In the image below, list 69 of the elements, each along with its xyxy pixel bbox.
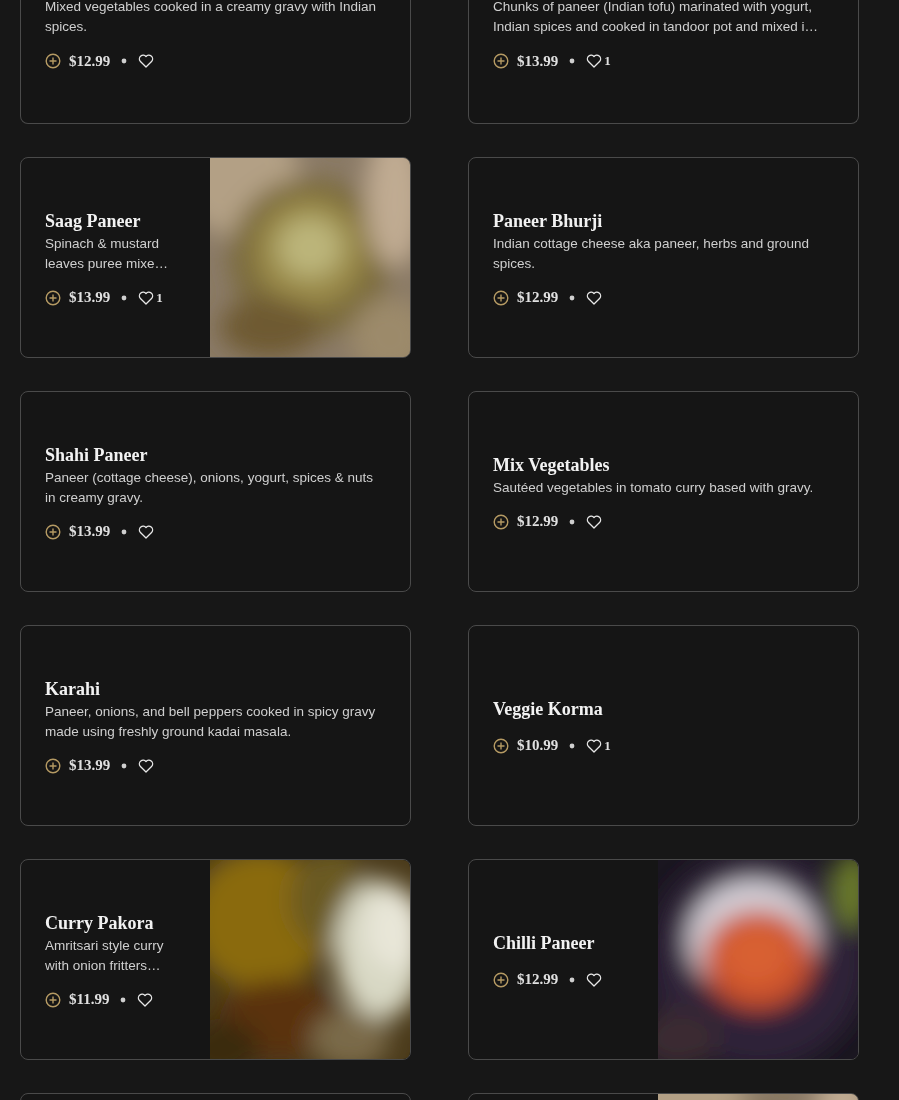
heart-icon[interactable] <box>138 757 155 774</box>
add-icon[interactable] <box>45 289 61 306</box>
price: $13.99 <box>69 757 111 774</box>
add-icon[interactable] <box>493 971 509 988</box>
menu-card[interactable]: Saag Paneer Spinach & mustard leaves puree mixe… $13.99 1 <box>20 157 411 358</box>
dish-name: Paneer Bhurji <box>493 209 604 232</box>
heart-icon[interactable] <box>138 53 155 69</box>
dish-name: Karahi <box>45 677 101 700</box>
add-icon[interactable] <box>45 757 61 774</box>
heart-icon[interactable] <box>138 523 155 540</box>
heart-icon[interactable] <box>586 971 603 988</box>
price: $13.99 <box>69 523 111 540</box>
price: $13.99 <box>517 52 559 70</box>
price: $12.99 <box>517 513 559 530</box>
separator-dot <box>121 762 128 769</box>
dish-description: Sautéed vegetables in tomato curry based with gravy. <box>493 478 815 497</box>
add-icon[interactable] <box>45 53 61 69</box>
dish-description: Paneer, onions, and bell peppers cooked in spicy gravy made using freshly ground kadai masala. <box>45 702 377 741</box>
menu-card[interactable]: Veggie Korma $10.99 1 <box>468 625 859 826</box>
menu-card[interactable]: Mixed vegetables cooked in a creamy gravy with Indian spices. $12.99 <box>20 0 411 124</box>
like-count: 1 <box>604 737 611 754</box>
dish-description: Indian cottage cheese aka paneer, herbs and ground spices. <box>493 234 810 273</box>
menu-card[interactable]: Mix Vegetables Sautéed vegetables in tomato curry based with gravy. $12.99 <box>468 391 859 592</box>
price: $11.99 <box>69 991 110 1008</box>
add-icon[interactable] <box>493 513 509 530</box>
dish-description: Spinach & mustard leaves puree mixe… <box>45 234 170 273</box>
menu-card[interactable]: Chilli Paneer $12.99 <box>468 859 859 1060</box>
dish-name: Mix Vegetables <box>493 453 611 476</box>
dish-name: Chilli Paneer <box>493 931 596 954</box>
menu-card[interactable]: Paneer Bhurji Indian cottage cheese aka paneer, herbs and ground spices. $12.99 <box>468 157 859 358</box>
separator-dot <box>569 976 576 983</box>
dish-description: Amritsari style curry with onion fritters… <box>45 936 165 975</box>
separator-dot <box>569 58 576 64</box>
price: $12.99 <box>517 289 559 306</box>
separator-dot <box>121 294 128 301</box>
heart-icon[interactable] <box>586 737 603 754</box>
add-icon[interactable] <box>45 523 61 540</box>
heart-icon[interactable] <box>137 991 154 1008</box>
dish-name: Saag Paneer <box>45 209 142 232</box>
separator-dot <box>120 996 127 1003</box>
separator-dot <box>121 528 128 535</box>
heart-icon[interactable] <box>138 289 155 306</box>
dish-name: Shahi Paneer <box>45 443 149 466</box>
heart-icon[interactable] <box>586 513 603 530</box>
dish-name: Curry Pakora <box>45 911 155 934</box>
dish-description: Paneer (cottage cheese), onions, yogurt, spices & nuts in creamy gravy. <box>45 468 374 507</box>
add-icon[interactable] <box>493 53 509 69</box>
menu-card[interactable]: Shahi Paneer Paneer (cottage cheese), onions, yogurt, spices & nuts in creamy gravy. $13.99 <box>20 391 411 592</box>
price: $12.99 <box>517 971 559 988</box>
menu-card[interactable]: Chunks of paneer (Indian tofu) marinated with yogurt, Indian spices and cooked in tandoor pot and mixed i… $13.99 1 <box>468 0 859 124</box>
add-icon[interactable] <box>493 289 509 306</box>
separator-dot <box>569 294 576 301</box>
price: $10.99 <box>517 737 559 754</box>
separator-dot <box>569 742 576 749</box>
add-icon[interactable] <box>45 991 61 1008</box>
dish-description: Mixed vegetables cooked in a creamy gravy with Indian spices. <box>45 0 377 36</box>
like-count: 1 <box>156 289 163 306</box>
heart-icon[interactable] <box>586 289 603 306</box>
like-count: 1 <box>604 53 611 69</box>
separator-dot <box>121 58 128 64</box>
menu-card[interactable]: Karahi Paneer, onions, and bell peppers cooked in spicy gravy made using freshly ground kadai masala. $13.99 <box>20 625 411 826</box>
add-icon[interactable] <box>493 737 509 754</box>
menu-card[interactable]: Curry Pakora Amritsari style curry with onion fritters… $11.99 <box>20 859 411 1060</box>
price: $13.99 <box>69 289 111 306</box>
heart-icon[interactable] <box>586 53 603 69</box>
separator-dot <box>569 518 576 525</box>
dish-description: Chunks of paneer (Indian tofu) marinated with yogurt, Indian spices and cooked in tandoor pot and mixed i… <box>493 0 819 36</box>
dish-name: Veggie Korma <box>493 697 604 720</box>
price: $12.99 <box>69 52 111 70</box>
